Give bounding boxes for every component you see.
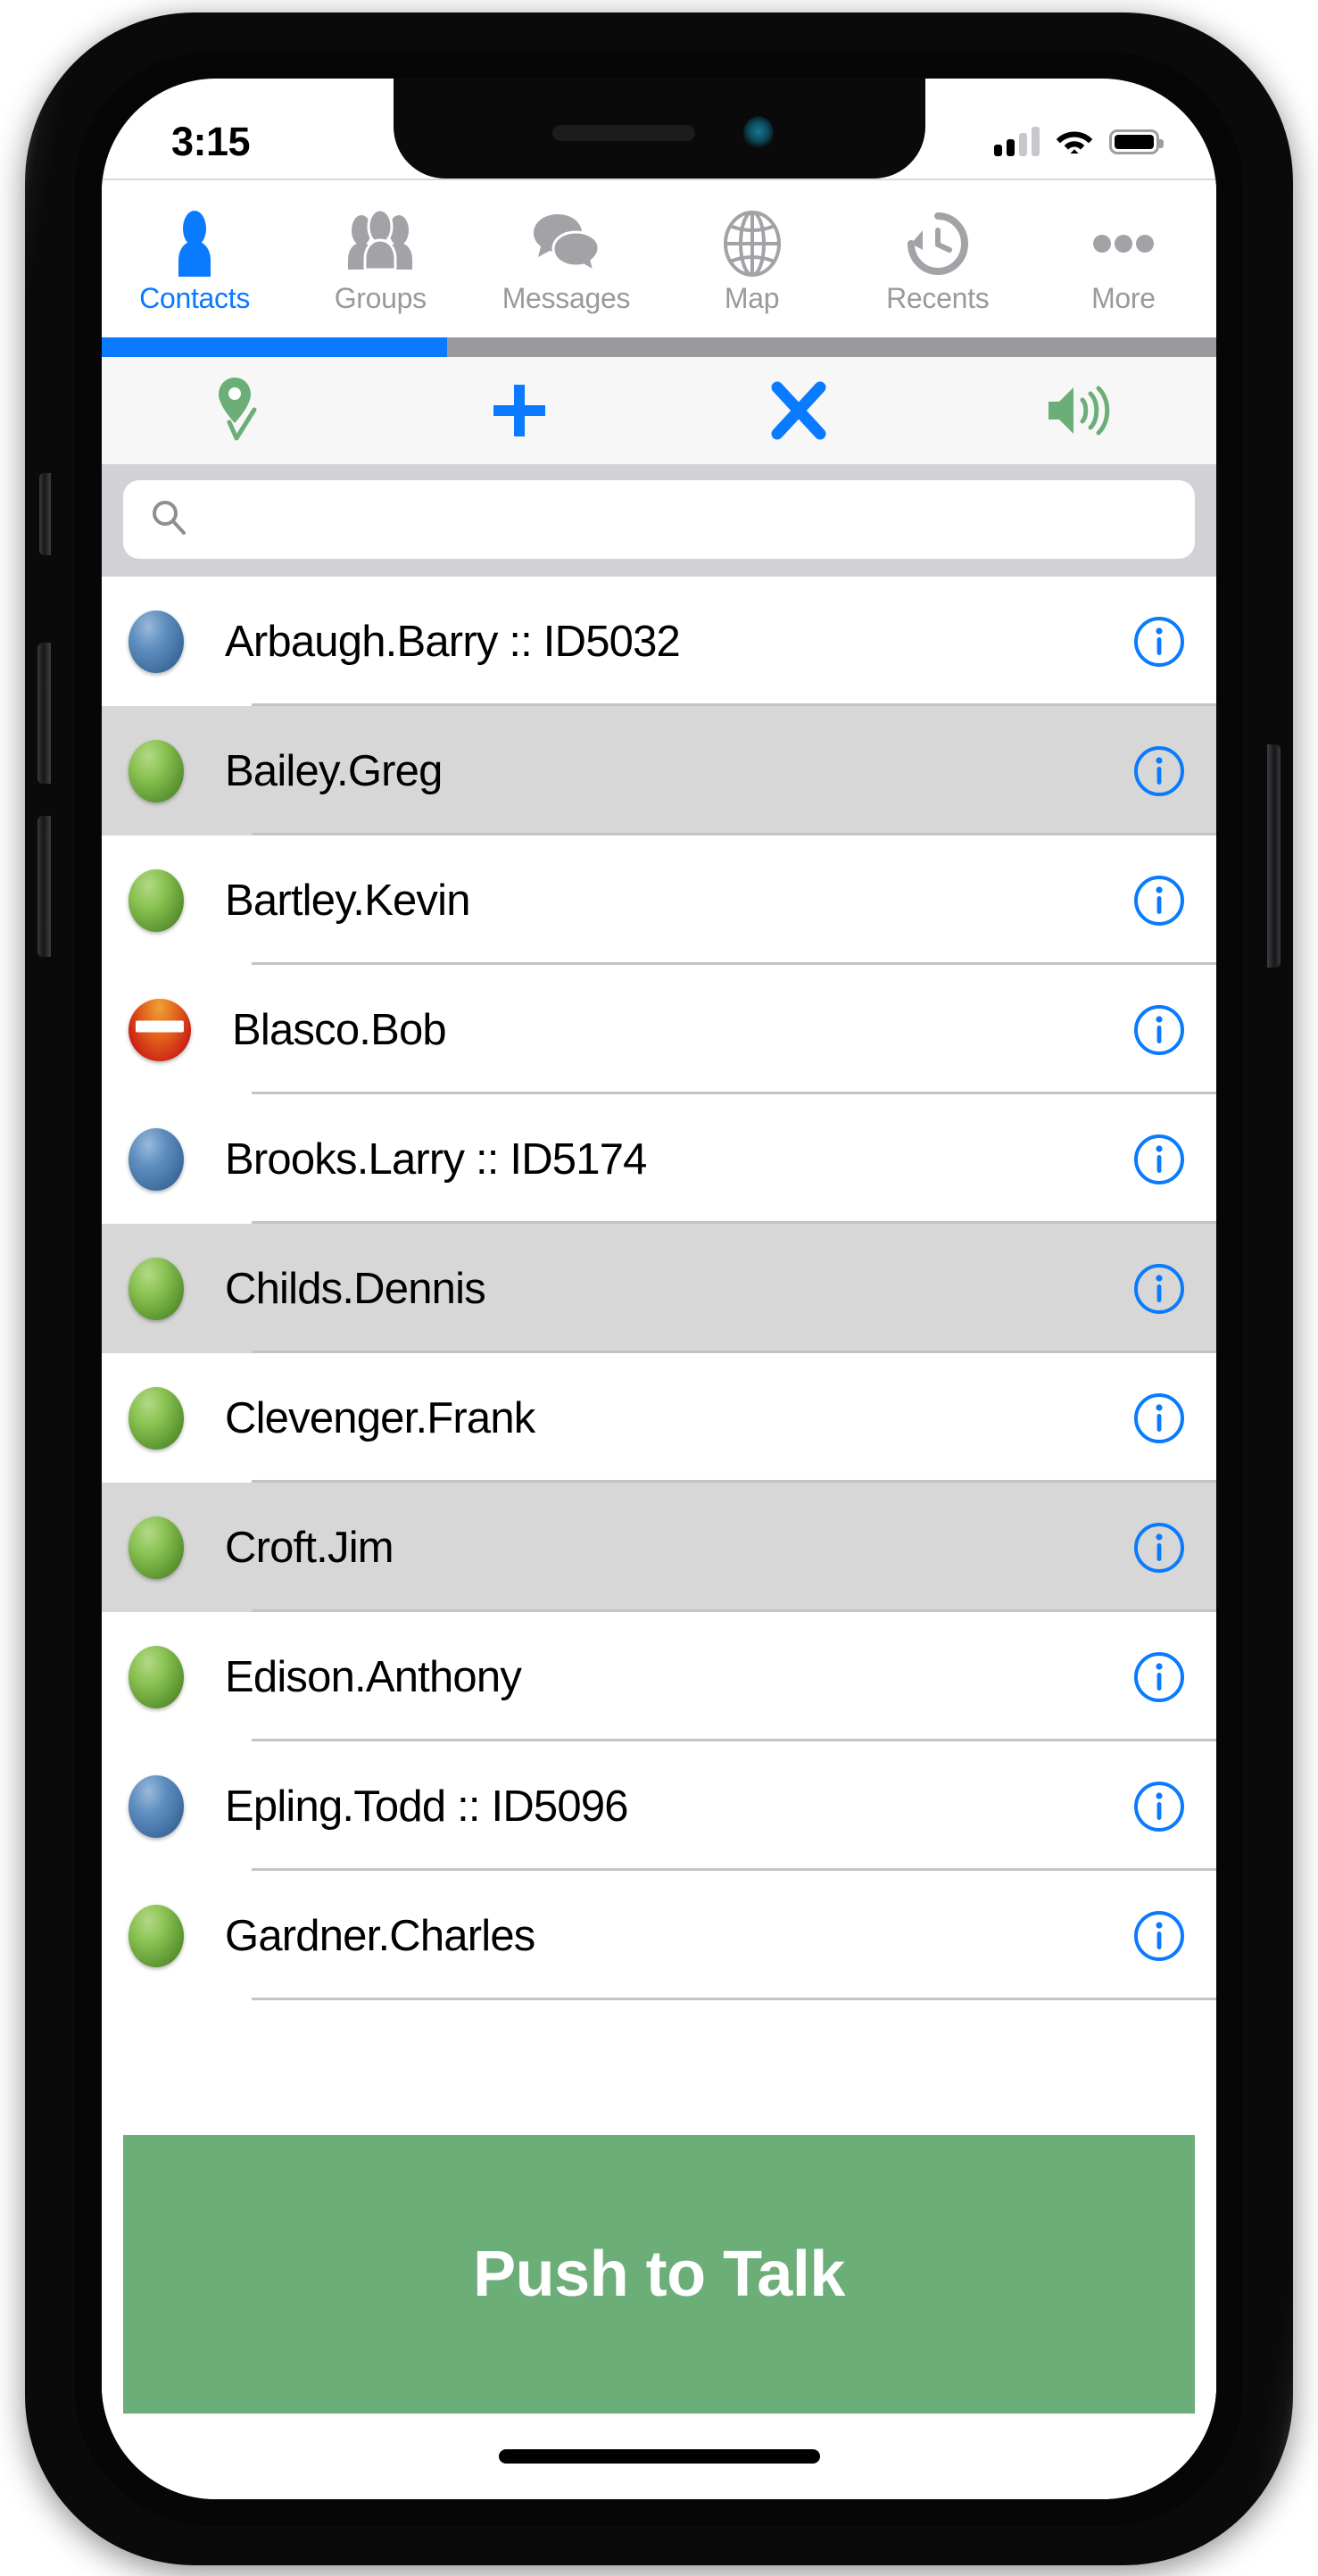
info-circle-icon[interactable] — [1132, 615, 1186, 669]
status-indicator-blue — [128, 1774, 184, 1838]
silent-switch-button[interactable] — [39, 473, 51, 555]
tab-more[interactable]: More — [1031, 180, 1216, 337]
tab-recents[interactable]: Recents — [845, 180, 1031, 337]
tab-map-label: Map — [724, 281, 780, 314]
info-circle-icon[interactable] — [1132, 744, 1186, 798]
phone-device-frame: 3:15 Contacts Groups Messages Map Recent… — [25, 12, 1293, 2565]
app-content: Contacts Groups Messages Map Recents Mor… — [102, 179, 1216, 2499]
tab-messages-label: Messages — [502, 281, 631, 314]
contact-name: Blasco.Bob — [232, 1005, 447, 1054]
tab-recents-label: Recents — [886, 281, 990, 314]
table-row[interactable]: Arbaugh.Barry :: ID5032 — [102, 577, 1216, 706]
table-row[interactable]: Blasco.Bob — [102, 965, 1216, 1094]
status-bar-time: 3:15 — [171, 119, 251, 164]
table-row[interactable]: Childs.Dennis — [102, 1224, 1216, 1353]
speaker-volume-icon[interactable] — [938, 380, 1216, 441]
info-circle-icon[interactable] — [1132, 1392, 1186, 1445]
contact-name: Epling.Todd :: ID5096 — [225, 1782, 629, 1831]
contact-name: Childs.Dennis — [225, 1264, 486, 1313]
search-icon — [150, 499, 187, 541]
status-indicator-blue — [128, 610, 184, 673]
tab-messages[interactable]: Messages — [473, 180, 659, 337]
volume-down-button[interactable] — [37, 816, 51, 957]
info-circle-icon[interactable] — [1132, 874, 1186, 927]
bottom-tab-bar: Contacts Groups Messages Map Recents Mor… — [102, 179, 1216, 337]
info-circle-icon[interactable] — [1132, 1521, 1186, 1575]
person-icon — [165, 209, 224, 278]
table-row[interactable]: Clevenger.Frank — [102, 1353, 1216, 1483]
chat-bubbles-icon — [531, 209, 601, 278]
status-bar-icons — [994, 126, 1164, 159]
tab-contacts[interactable]: Contacts — [102, 180, 287, 337]
tab-groups[interactable]: Groups — [287, 180, 473, 337]
tab-selection-fill — [102, 337, 448, 357]
table-row[interactable]: Gardner.Charles — [102, 1871, 1216, 2000]
row-divider — [252, 1998, 1216, 2000]
tab-more-label: More — [1091, 281, 1156, 314]
contact-name: Gardner.Charles — [225, 1911, 535, 1960]
status-indicator-blue — [128, 1127, 184, 1191]
plus-icon[interactable] — [380, 380, 659, 441]
action-toolbar — [102, 357, 1216, 466]
power-button[interactable] — [1267, 744, 1281, 968]
location-check-icon[interactable] — [102, 376, 380, 445]
clock-rewind-icon — [907, 209, 969, 278]
info-circle-icon[interactable] — [1132, 1650, 1186, 1704]
table-row[interactable]: Bartley.Kevin — [102, 835, 1216, 965]
search-bar-container — [102, 466, 1216, 577]
ellipsis-icon — [1090, 209, 1157, 278]
status-indicator-green — [128, 739, 184, 802]
table-row[interactable]: Brooks.Larry :: ID5174 — [102, 1094, 1216, 1224]
search-field[interactable] — [123, 480, 1195, 559]
table-row[interactable]: Epling.Todd :: ID5096 — [102, 1741, 1216, 1871]
phone-screen: 3:15 Contacts Groups Messages Map Recent… — [102, 79, 1216, 2499]
home-indicator[interactable] — [498, 2449, 820, 2464]
tab-contacts-label: Contacts — [139, 281, 251, 314]
cellular-signal-icon — [994, 127, 1040, 156]
tab-map[interactable]: Map — [659, 180, 845, 337]
info-circle-icon[interactable] — [1132, 1909, 1186, 1963]
people-group-icon — [345, 209, 415, 278]
table-row[interactable]: Edison.Anthony — [102, 1612, 1216, 1741]
info-circle-icon[interactable] — [1132, 1780, 1186, 1833]
close-x-icon[interactable] — [659, 380, 938, 441]
status-indicator-do-not-disturb — [128, 998, 191, 1061]
device-notch — [393, 79, 925, 179]
contact-name: Croft.Jim — [225, 1523, 394, 1572]
push-to-talk-container: Push to Talk — [102, 2135, 1216, 2414]
status-indicator-green — [128, 1904, 184, 1967]
earpiece-speaker — [551, 125, 695, 141]
wifi-icon — [1056, 126, 1093, 159]
front-camera-icon — [742, 116, 774, 150]
contact-name: Edison.Anthony — [225, 1652, 522, 1701]
tab-selection-indicator — [102, 337, 1216, 357]
info-circle-icon[interactable] — [1132, 1003, 1186, 1057]
table-row[interactable]: Bailey.Greg — [102, 706, 1216, 835]
battery-full-icon — [1109, 129, 1164, 154]
contact-name: Bailey.Greg — [225, 746, 443, 795]
push-to-talk-button[interactable]: Push to Talk — [123, 2135, 1195, 2414]
volume-up-button[interactable] — [37, 643, 51, 784]
contact-name: Bartley.Kevin — [225, 876, 470, 925]
globe-icon — [723, 209, 782, 278]
status-indicator-green — [128, 1516, 184, 1579]
status-indicator-green — [128, 1645, 184, 1708]
search-input[interactable] — [203, 501, 1168, 538]
home-indicator-area — [102, 2414, 1216, 2499]
contact-name: Clevenger.Frank — [225, 1393, 535, 1442]
table-row[interactable]: Croft.Jim — [102, 1483, 1216, 1612]
info-circle-icon[interactable] — [1132, 1133, 1186, 1186]
status-indicator-green — [128, 1257, 184, 1320]
status-indicator-green — [128, 1386, 184, 1450]
contact-list[interactable]: Arbaugh.Barry :: ID5032 Bailey.Greg Bart… — [102, 577, 1216, 2135]
contact-name: Arbaugh.Barry :: ID5032 — [225, 617, 681, 666]
tab-groups-label: Groups — [334, 281, 427, 314]
status-indicator-green — [128, 868, 184, 932]
contact-name: Brooks.Larry :: ID5174 — [225, 1134, 647, 1184]
info-circle-icon[interactable] — [1132, 1262, 1186, 1316]
